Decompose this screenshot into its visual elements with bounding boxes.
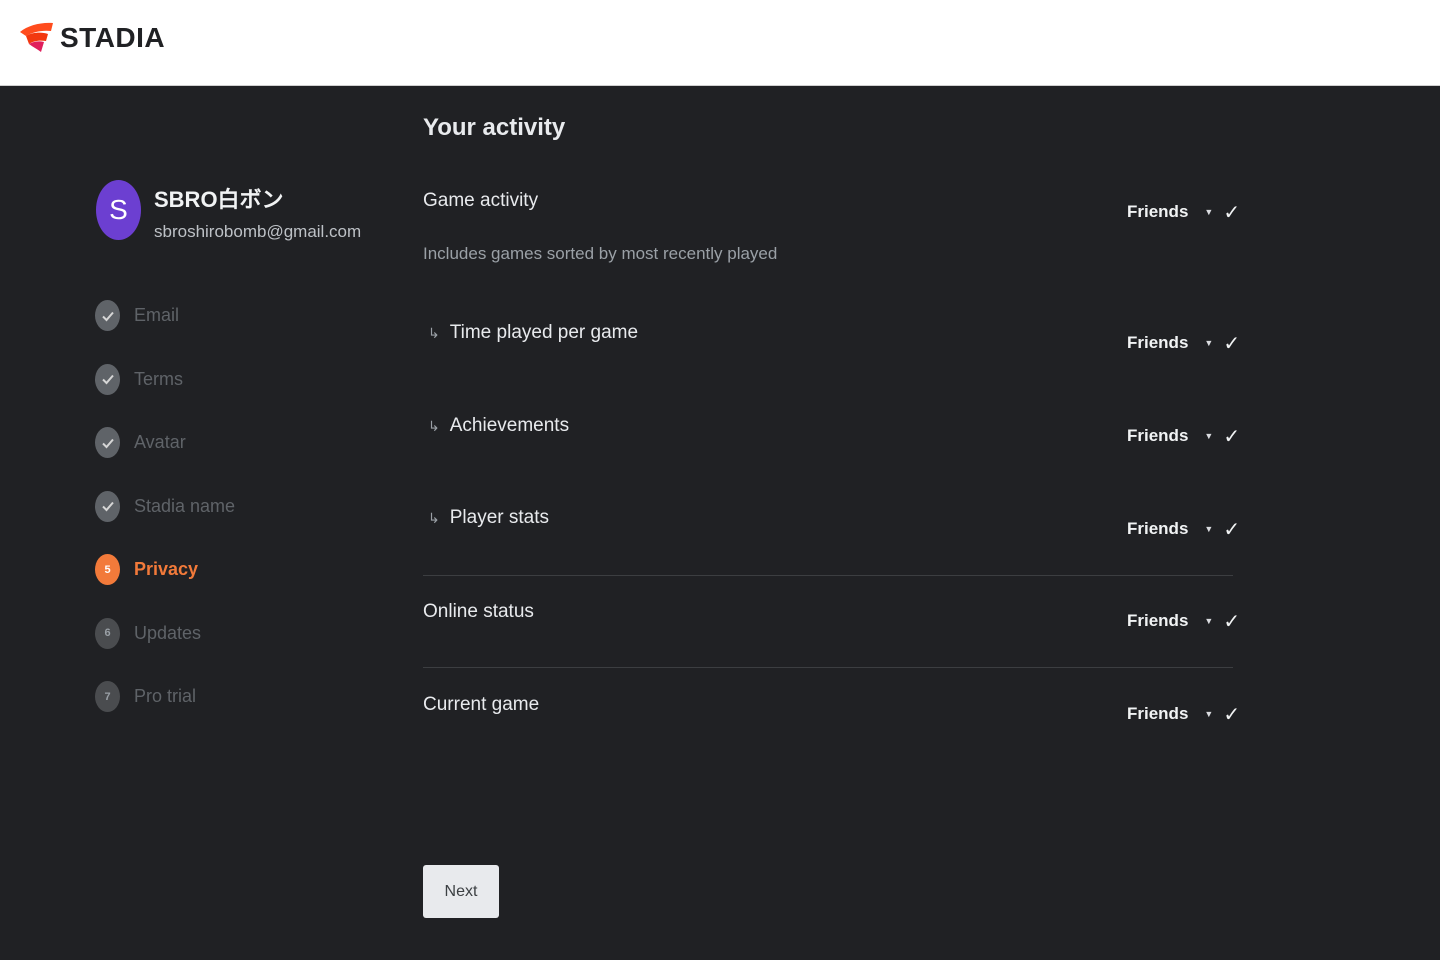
online-status-title: Online status	[423, 601, 534, 622]
profile-name: SBRO白ボン	[154, 187, 284, 212]
check-icon: ✓	[1223, 703, 1241, 726]
caret-down-icon: ▼	[1204, 616, 1214, 626]
step-label: Pro trial	[134, 686, 197, 707]
player-stats-visibility-select[interactable]: Friends ▼ ✓	[1127, 515, 1241, 543]
profile-email: sbroshirobomb@gmail.com	[154, 222, 362, 241]
visibility-value: Friends	[1127, 426, 1189, 445]
check-icon: ✓	[1223, 610, 1241, 633]
time-played-label: Time played per game	[449, 322, 639, 343]
current-game-title: Current game	[423, 694, 540, 715]
step-label: Avatar	[134, 432, 186, 453]
section-divider	[423, 667, 1233, 668]
visibility-value: Friends	[1127, 202, 1189, 221]
player-stats-label: Player stats	[449, 507, 549, 528]
step-stadia-name[interactable]: Stadia name	[95, 475, 355, 539]
online-status-visibility-select[interactable]: Friends ▼ ✓	[1127, 607, 1241, 635]
game-activity-title: Game activity	[423, 190, 539, 211]
visibility-value: Friends	[1127, 704, 1189, 723]
stadia-logo[interactable]: STADIA	[18, 18, 165, 58]
top-bar: STADIA	[0, 0, 1440, 86]
step-privacy[interactable]: 5 Privacy	[95, 538, 355, 602]
achievements-row: ↳ Achievements	[428, 415, 569, 437]
check-icon: ✓	[1223, 201, 1241, 224]
player-stats-row: ↳ Player stats	[428, 507, 549, 529]
section-title: Your activity	[423, 114, 566, 141]
caret-down-icon: ▼	[1204, 338, 1214, 348]
achievements-visibility-select[interactable]: Friends ▼ ✓	[1127, 422, 1241, 450]
check-icon: ✓	[1223, 425, 1241, 448]
step-terms[interactable]: Terms	[95, 348, 355, 412]
step-label: Privacy	[134, 559, 199, 580]
caret-down-icon: ▼	[1204, 709, 1214, 719]
user-profile: S SBRO白ボン sbroshirobomb@gmail.com	[96, 180, 361, 242]
stadia-logo-icon	[20, 22, 53, 52]
caret-down-icon: ▼	[1204, 207, 1214, 217]
step-label: Email	[134, 305, 180, 326]
profile-text: SBRO白ボン sbroshirobomb@gmail.com	[154, 182, 361, 242]
check-icon: ✓	[1223, 332, 1241, 355]
check-circle-icon	[95, 300, 120, 332]
game-activity-description: Includes games sorted by most recently p…	[423, 244, 778, 263]
step-label: Stadia name	[134, 495, 236, 516]
step-number-badge: 6	[95, 617, 120, 649]
check-circle-icon	[95, 490, 120, 522]
step-pro-trial[interactable]: 7 Pro trial	[95, 665, 355, 729]
caret-down-icon: ▼	[1204, 524, 1214, 534]
step-label: Updates	[134, 622, 202, 643]
main-area: S SBRO白ボン sbroshirobomb@gmail.com Email …	[0, 86, 1440, 960]
check-circle-icon	[95, 363, 120, 395]
subdirectory-arrow-icon: ↳	[428, 324, 440, 341]
step-label: Terms	[134, 368, 183, 389]
section-divider	[423, 575, 1233, 576]
achievements-label: Achievements	[449, 415, 570, 436]
time-played-visibility-select[interactable]: Friends ▼ ✓	[1127, 329, 1241, 357]
next-button[interactable]: Next	[423, 865, 499, 918]
visibility-value: Friends	[1127, 333, 1189, 352]
check-circle-icon	[95, 427, 120, 459]
brand-name: STADIA	[60, 22, 166, 53]
step-number-badge: 7	[95, 681, 120, 713]
step-number-badge: 5	[95, 554, 120, 586]
subdirectory-arrow-icon: ↳	[428, 509, 440, 526]
check-icon: ✓	[1223, 518, 1241, 541]
step-email[interactable]: Email	[95, 284, 355, 348]
game-activity-visibility-select[interactable]: Friends ▼ ✓	[1127, 198, 1241, 226]
subdirectory-arrow-icon: ↳	[428, 417, 440, 434]
visibility-value: Friends	[1127, 611, 1189, 630]
avatar: S	[96, 180, 141, 240]
step-avatar[interactable]: Avatar	[95, 411, 355, 475]
step-updates[interactable]: 6 Updates	[95, 602, 355, 666]
time-played-row: ↳ Time played per game	[428, 322, 638, 344]
caret-down-icon: ▼	[1204, 431, 1214, 441]
setup-steps: Email Terms Avatar Stadia name 5 Privacy…	[95, 284, 355, 729]
visibility-value: Friends	[1127, 519, 1189, 538]
current-game-visibility-select[interactable]: Friends ▼ ✓	[1127, 700, 1241, 728]
